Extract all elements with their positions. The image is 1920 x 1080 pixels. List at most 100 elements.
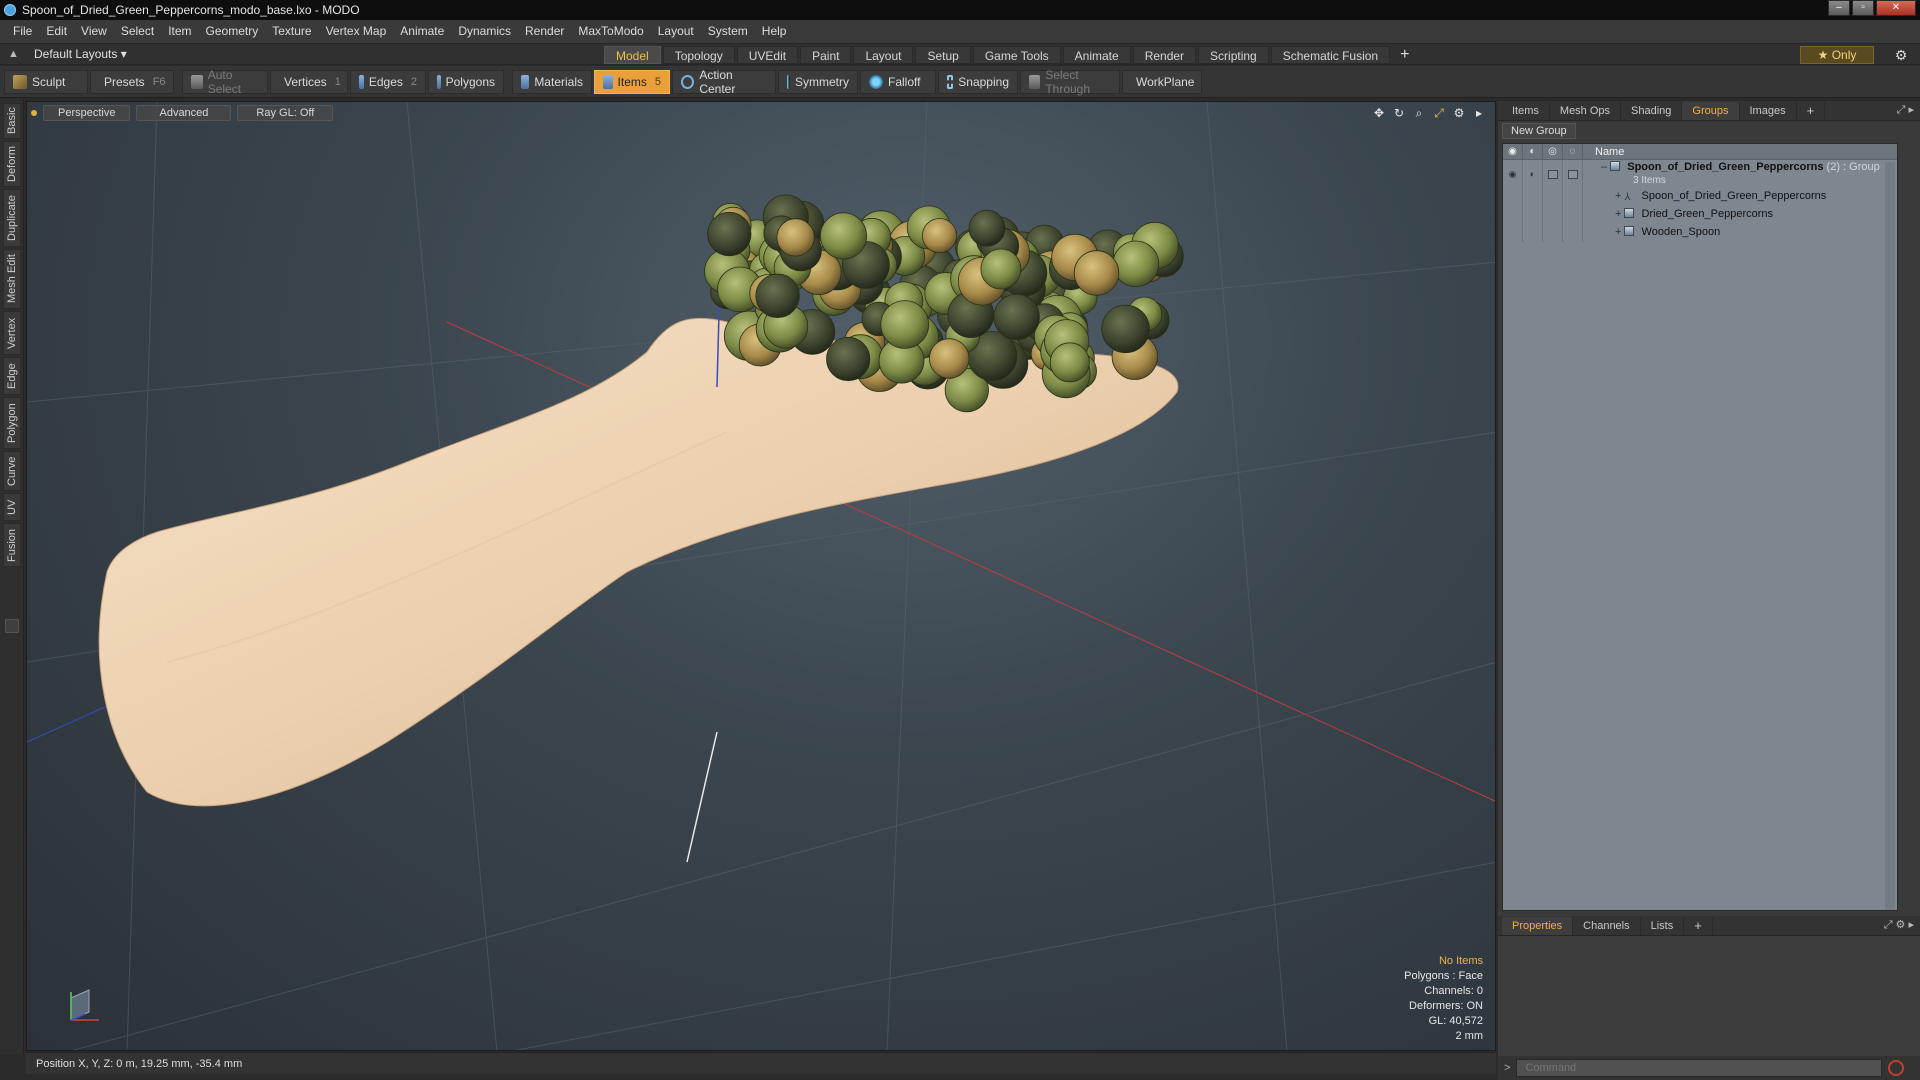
- sculpt-button[interactable]: Sculpt: [4, 69, 88, 94]
- action-center-button[interactable]: Action Center: [672, 68, 776, 96]
- tab-items[interactable]: Items: [1502, 101, 1550, 120]
- snapping-button[interactable]: Snapping: [938, 69, 1018, 94]
- layout-collapse-icon[interactable]: ▲: [8, 48, 20, 60]
- group-row[interactable]: ◉ ◐ – Spoon_of_Dried_Green_Peppercorns (…: [1503, 160, 1897, 188]
- menu-edit[interactable]: Edit: [39, 20, 74, 43]
- tab-topology[interactable]: Topology: [662, 46, 735, 64]
- groups-list[interactable]: ◉ ◐ ◎ ◌ Name ◉ ◐ – Spoon_of_Dried_Green_…: [1502, 143, 1898, 911]
- groups-scrollbar[interactable]: [1885, 162, 1895, 910]
- select-toggle[interactable]: [1563, 160, 1583, 188]
- tab-edge[interactable]: Edge: [3, 357, 21, 395]
- tab-polygon[interactable]: Polygon: [3, 397, 21, 449]
- command-stop-icon[interactable]: [1888, 1060, 1905, 1076]
- layout-dropdown[interactable]: Default Layouts ▾: [34, 47, 127, 61]
- menu-view[interactable]: View: [74, 20, 114, 43]
- render-toggle[interactable]: ◐: [1523, 160, 1543, 188]
- zoom-view-icon[interactable]: ⌕: [1411, 105, 1427, 121]
- add-tab-button[interactable]: +: [1392, 46, 1417, 64]
- menu-system[interactable]: System: [701, 20, 755, 43]
- auto-select-button[interactable]: Auto Select: [182, 68, 268, 96]
- lock-toggle[interactable]: [1543, 160, 1563, 188]
- vertices-button[interactable]: Vertices 1: [270, 69, 348, 94]
- tab-uvedit[interactable]: UVEdit: [736, 46, 799, 64]
- menu-layout[interactable]: Layout: [651, 20, 701, 43]
- menu-select[interactable]: Select: [114, 20, 161, 43]
- collapse-icon[interactable]: –: [1601, 161, 1610, 173]
- menu-dynamics[interactable]: Dynamics: [451, 20, 518, 43]
- presets-button[interactable]: Presets F6: [90, 69, 174, 94]
- advanced-button[interactable]: Advanced: [136, 105, 232, 121]
- tab-basic[interactable]: Basic: [3, 103, 21, 139]
- tab-shading[interactable]: Shading: [1621, 101, 1683, 120]
- symmetry-button[interactable]: Symmetry: [778, 69, 858, 94]
- command-history-icon[interactable]: >: [1504, 1062, 1510, 1074]
- select-column-icon[interactable]: ◌: [1563, 143, 1583, 160]
- select-through-button[interactable]: Select Through: [1020, 68, 1120, 96]
- visibility-toggle[interactable]: ◉: [1503, 160, 1523, 188]
- menu-animate[interactable]: Animate: [393, 20, 451, 43]
- menu-item[interactable]: Item: [161, 20, 198, 43]
- tab-images[interactable]: Images: [1740, 101, 1797, 120]
- add-properties-tab-button[interactable]: +: [1684, 916, 1713, 935]
- fit-view-icon[interactable]: ⤢: [1431, 105, 1447, 121]
- tab-curve[interactable]: Curve: [3, 451, 21, 491]
- menu-help[interactable]: Help: [755, 20, 794, 43]
- add-panel-tab-button[interactable]: +: [1797, 101, 1826, 120]
- expand-toolbox-icon[interactable]: [5, 619, 19, 633]
- lock-column-icon[interactable]: ◎: [1543, 143, 1563, 160]
- close-button[interactable]: ✕: [1876, 0, 1916, 16]
- tab-render[interactable]: Render: [1132, 46, 1197, 64]
- tab-setup[interactable]: Setup: [915, 46, 971, 64]
- only-button[interactable]: ★ Only: [1800, 46, 1874, 64]
- panel-expand-icon[interactable]: ⤢ ▸: [1897, 103, 1914, 117]
- viewport-expand-icon[interactable]: ▸: [1471, 105, 1487, 121]
- properties-settings-icon[interactable]: ⤢ ⚙ ▸: [1884, 918, 1914, 932]
- minimize-button[interactable]: –: [1828, 0, 1850, 16]
- tab-paint[interactable]: Paint: [800, 46, 852, 64]
- tab-vertex[interactable]: Vertex: [3, 311, 21, 355]
- new-group-button[interactable]: New Group: [1502, 123, 1576, 139]
- edges-button[interactable]: Edges 2: [350, 69, 426, 94]
- tab-groups[interactable]: Groups: [1682, 101, 1740, 120]
- name-column-header[interactable]: Name: [1583, 146, 1624, 158]
- rotate-view-icon[interactable]: ↻: [1391, 105, 1407, 121]
- raygl-button[interactable]: Ray GL: Off: [237, 105, 334, 121]
- list-item[interactable]: + ⅄ Spoon_of_Dried_Green_Peppercorns: [1503, 188, 1897, 206]
- menu-maxtomodo[interactable]: MaxToModo: [571, 20, 650, 43]
- tab-layout[interactable]: Layout: [853, 46, 914, 64]
- tab-mesh-ops[interactable]: Mesh Ops: [1550, 101, 1622, 120]
- tab-schematic-fusion[interactable]: Schematic Fusion: [1270, 46, 1391, 64]
- tab-uv[interactable]: UV: [3, 493, 21, 521]
- visibility-column-icon[interactable]: ◉: [1503, 143, 1523, 160]
- render-column-icon[interactable]: ◐: [1523, 143, 1543, 160]
- materials-button[interactable]: Materials: [512, 69, 592, 94]
- menu-vertex-map[interactable]: Vertex Map: [319, 20, 394, 43]
- tab-mesh-edit[interactable]: Mesh Edit: [3, 249, 21, 309]
- tab-lists[interactable]: Lists: [1641, 916, 1685, 935]
- polygons-button[interactable]: Polygons: [428, 69, 504, 94]
- tab-animate[interactable]: Animate: [1062, 46, 1131, 64]
- menu-texture[interactable]: Texture: [265, 20, 318, 43]
- list-item[interactable]: + Dried_Green_Peppercorns: [1503, 206, 1897, 224]
- tab-model[interactable]: Model: [604, 46, 661, 64]
- items-button[interactable]: Items 5: [594, 69, 670, 94]
- tab-properties[interactable]: Properties: [1502, 916, 1574, 935]
- falloff-button[interactable]: Falloff: [860, 69, 936, 94]
- tab-channels[interactable]: Channels: [1573, 916, 1641, 935]
- maximize-button[interactable]: ▫: [1852, 0, 1874, 16]
- tab-duplicate[interactable]: Duplicate: [3, 189, 21, 247]
- tab-scripting[interactable]: Scripting: [1198, 46, 1269, 64]
- viewport-settings-icon[interactable]: ⚙: [1451, 105, 1467, 121]
- 3d-viewport[interactable]: Perspective Advanced Ray GL: Off ✥ ↻ ⌕ ⤢…: [26, 101, 1496, 1051]
- tab-deform[interactable]: Deform: [3, 141, 21, 187]
- tab-game-tools[interactable]: Game Tools: [972, 46, 1061, 64]
- move-view-icon[interactable]: ✥: [1371, 105, 1387, 121]
- viewport-menu-icon[interactable]: [31, 110, 37, 116]
- gear-icon[interactable]: ⚙: [1892, 46, 1910, 64]
- command-input[interactable]: [1516, 1059, 1883, 1077]
- perspective-button[interactable]: Perspective: [43, 105, 131, 121]
- workplane-button[interactable]: WorkPlane: [1122, 69, 1202, 94]
- menu-file[interactable]: File: [6, 20, 39, 43]
- list-item[interactable]: + Wooden_Spoon: [1503, 224, 1897, 242]
- menu-geometry[interactable]: Geometry: [199, 20, 266, 43]
